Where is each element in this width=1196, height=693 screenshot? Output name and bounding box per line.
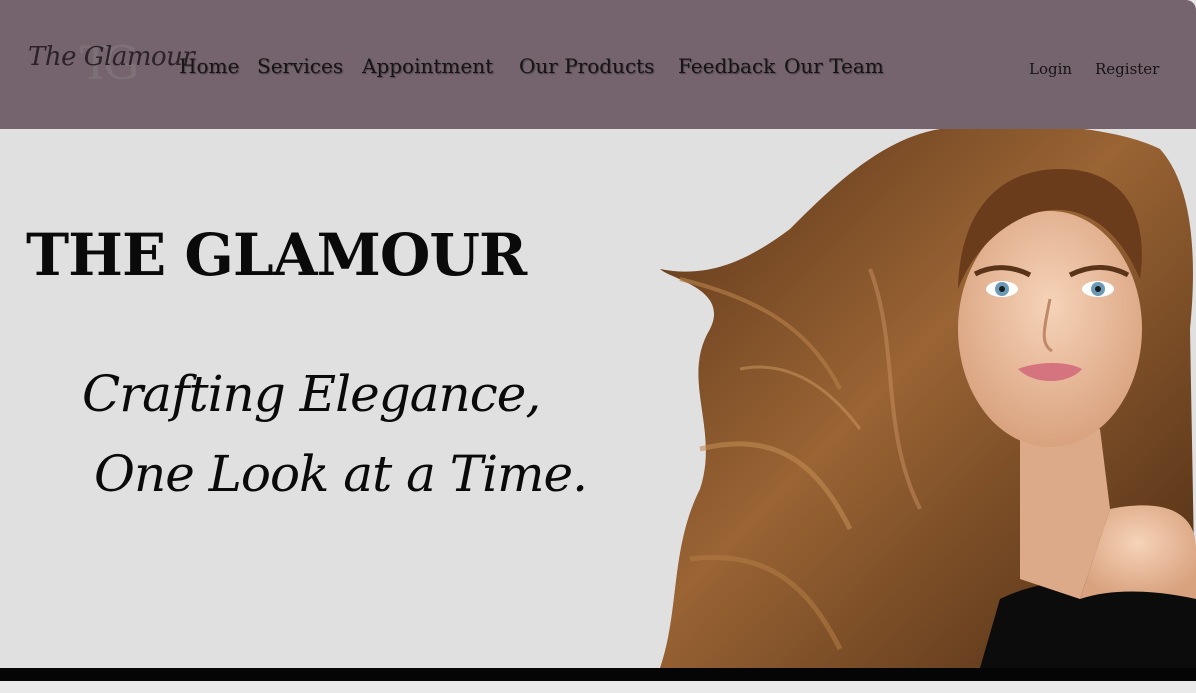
login-link[interactable]: Login <box>1029 60 1072 78</box>
hero-banner: THE GLAMOUR Crafting Elegance, One Look … <box>0 129 1196 668</box>
face-shape <box>958 211 1142 447</box>
nav-link-our-team[interactable]: Our Team <box>784 54 884 78</box>
nav-link-services[interactable]: Services <box>257 54 343 78</box>
hero-tagline-line1: Crafting Elegance, <box>82 365 541 423</box>
hero-bottom-bar <box>0 668 1196 681</box>
nav-link-feedback[interactable]: Feedback <box>678 54 775 78</box>
page-bottom-strip <box>0 681 1196 693</box>
nav-link-home[interactable]: Home <box>179 54 239 78</box>
hero-title: THE GLAMOUR <box>26 221 527 289</box>
brand-logo[interactable]: TG The Glamour <box>24 34 195 96</box>
nav-link-appointment[interactable]: Appointment <box>362 54 493 78</box>
logo-text: The Glamour <box>28 42 195 72</box>
hero-model-image <box>660 129 1196 668</box>
top-navbar: TG The Glamour Home Services Appointment… <box>0 0 1196 129</box>
nav-link-our-products[interactable]: Our Products <box>519 54 654 78</box>
register-link[interactable]: Register <box>1095 60 1159 78</box>
hero-tagline-line2: One Look at a Time. <box>94 445 588 503</box>
